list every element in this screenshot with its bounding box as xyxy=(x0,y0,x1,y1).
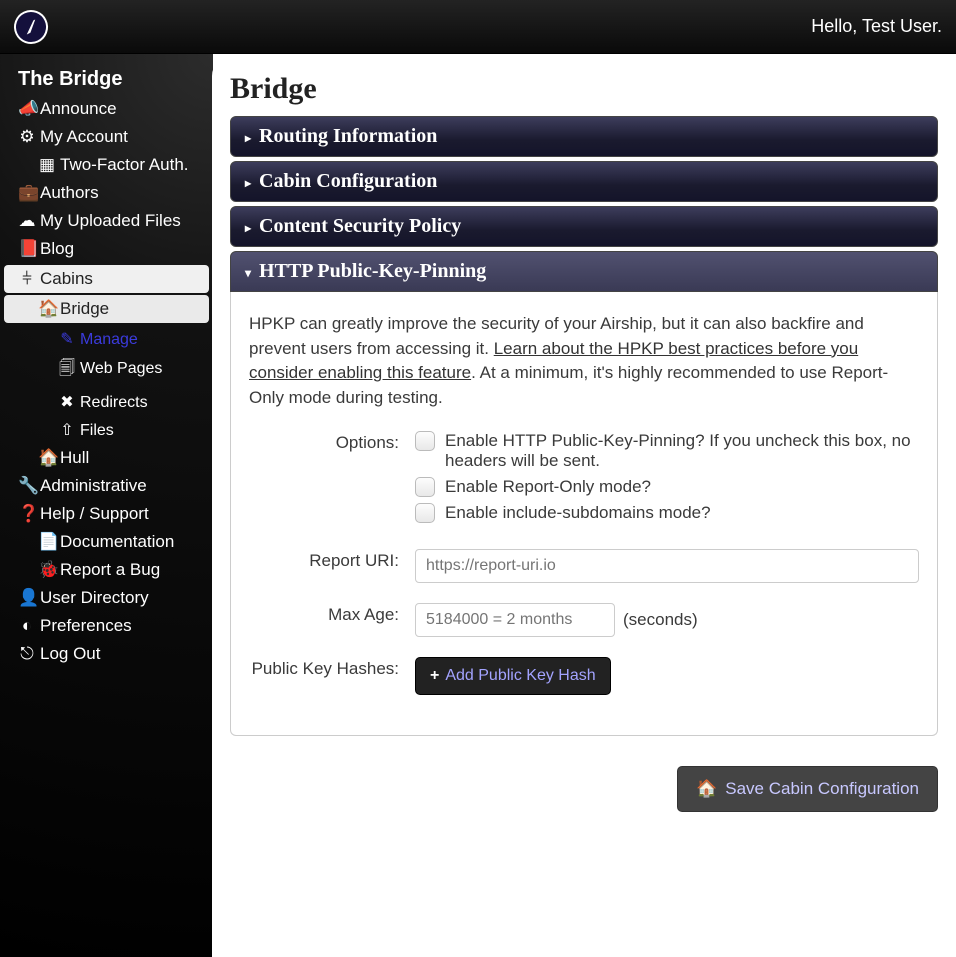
add-hash-button[interactable]: + Add Public Key Hash xyxy=(415,657,611,695)
hpkp-panel: HPKP can greatly improve the security of… xyxy=(230,292,938,736)
sidebar-item-manage[interactable]: ✎Manage xyxy=(0,325,213,353)
caret-right-icon xyxy=(245,170,251,193)
home-icon: 🏠 xyxy=(38,448,56,468)
bug-icon: 🐞 xyxy=(38,560,56,580)
bag-icon: 💼 xyxy=(18,183,36,203)
sidebar-item-bug[interactable]: 🐞Report a Bug xyxy=(0,556,213,584)
report-uri-label: Report URI: xyxy=(249,549,399,571)
sidebar-item-blog[interactable]: 📕Blog xyxy=(0,235,213,263)
pages-icon: 🗐 xyxy=(58,357,76,384)
options-label: Options: xyxy=(249,431,399,453)
accordion-hpkp[interactable]: HTTP Public-Key-Pinning xyxy=(230,251,938,292)
qr-icon: ▦ xyxy=(38,155,56,175)
report-uri-input[interactable] xyxy=(415,549,919,583)
sidebar-item-myaccount[interactable]: ⚙My Account xyxy=(0,123,213,151)
opt-enable-text: Enable HTTP Public-Key-Pinning? If you u… xyxy=(445,431,919,471)
sidebar-item-userdir[interactable]: 👤User Directory xyxy=(0,584,213,612)
topbar: Hello, Test User. xyxy=(0,0,956,54)
opt-include-subdomains-text: Enable include-subdomains mode? xyxy=(445,503,711,523)
sidebar-item-webpages[interactable]: 🗐Web Pages xyxy=(0,353,213,388)
contrast-icon: ◐ xyxy=(18,616,36,636)
sidebar-item-announce[interactable]: 📣Announce xyxy=(0,95,213,123)
redirect-icon: ✖ xyxy=(58,392,76,412)
max-age-input[interactable] xyxy=(415,603,615,637)
caret-down-icon xyxy=(245,260,251,283)
sidebar-item-docs[interactable]: 📄Documentation xyxy=(0,528,213,556)
accordion-csp[interactable]: Content Security Policy xyxy=(230,206,938,247)
max-age-label: Max Age: xyxy=(249,603,399,625)
caret-right-icon xyxy=(245,125,251,148)
bullhorn-icon: 📣 xyxy=(18,99,36,119)
logout-icon: ⎋ xyxy=(18,644,36,664)
greeting-text: Hello, Test User. xyxy=(811,16,942,37)
main-content: Bridge Routing Information Cabin Configu… xyxy=(212,54,956,957)
user-icon: 👤 xyxy=(18,588,36,608)
feather-icon xyxy=(20,16,42,36)
sidebar-item-logout[interactable]: ⎋Log Out xyxy=(0,640,213,668)
gear-icon: ⚙ xyxy=(18,127,36,147)
sidebar-item-authors[interactable]: 💼Authors xyxy=(0,179,213,207)
save-cabin-button[interactable]: 🏠 Save Cabin Configuration xyxy=(677,766,938,812)
accordion-routing[interactable]: Routing Information xyxy=(230,116,938,157)
home-icon: 🏠 xyxy=(38,299,56,319)
sidebar-item-help[interactable]: ❓Help / Support xyxy=(0,500,213,528)
checkbox-include-subdomains[interactable] xyxy=(415,503,435,523)
max-age-suffix: (seconds) xyxy=(623,603,698,630)
opt-report-only-text: Enable Report-Only mode? xyxy=(445,477,651,497)
logo[interactable] xyxy=(8,4,53,49)
book-icon: 📕 xyxy=(18,239,36,259)
sidebar-item-hull[interactable]: 🏠Hull xyxy=(0,444,213,472)
home-icon: 🏠 xyxy=(696,779,717,799)
sidebar-item-twofactor[interactable]: ▦Two-Factor Auth. xyxy=(0,151,213,179)
plus-icon: + xyxy=(430,667,439,685)
cloud-upload-icon: ☁ xyxy=(18,211,36,231)
sidebar: The Bridge 📣Announce ⚙My Account ▦Two-Fa… xyxy=(0,54,213,957)
edit-icon: ✎ xyxy=(58,329,76,349)
sidebar-item-prefs[interactable]: ◐Preferences xyxy=(0,612,213,640)
sidebar-item-cabins[interactable]: ⫩Cabins xyxy=(4,265,209,293)
sidebar-heading: The Bridge xyxy=(0,64,213,95)
doc-icon: 📄 xyxy=(38,532,56,552)
caret-right-icon xyxy=(245,215,251,238)
page-title: Bridge xyxy=(230,72,938,106)
checkbox-report-only[interactable] xyxy=(415,477,435,497)
hashes-label: Public Key Hashes: xyxy=(249,657,399,679)
sidebar-item-admin[interactable]: 🔧Administrative xyxy=(0,472,213,500)
upload-icon: ⇧ xyxy=(58,420,76,440)
accordion-cabin[interactable]: Cabin Configuration xyxy=(230,161,938,202)
sidebar-item-files[interactable]: ⇧Files xyxy=(0,416,213,444)
checkbox-enable-hpkp[interactable] xyxy=(415,431,435,451)
sidebar-item-uploaded[interactable]: ☁My Uploaded Files xyxy=(0,207,213,235)
sidebar-item-redirects[interactable]: ✖Redirects xyxy=(0,388,213,416)
hpkp-intro: HPKP can greatly improve the security of… xyxy=(249,312,919,411)
wrench-icon: 🔧 xyxy=(18,476,36,496)
help-icon: ❓ xyxy=(18,504,36,524)
cabins-icon: ⫩ xyxy=(18,269,36,289)
sidebar-item-bridge[interactable]: 🏠Bridge xyxy=(4,295,209,323)
